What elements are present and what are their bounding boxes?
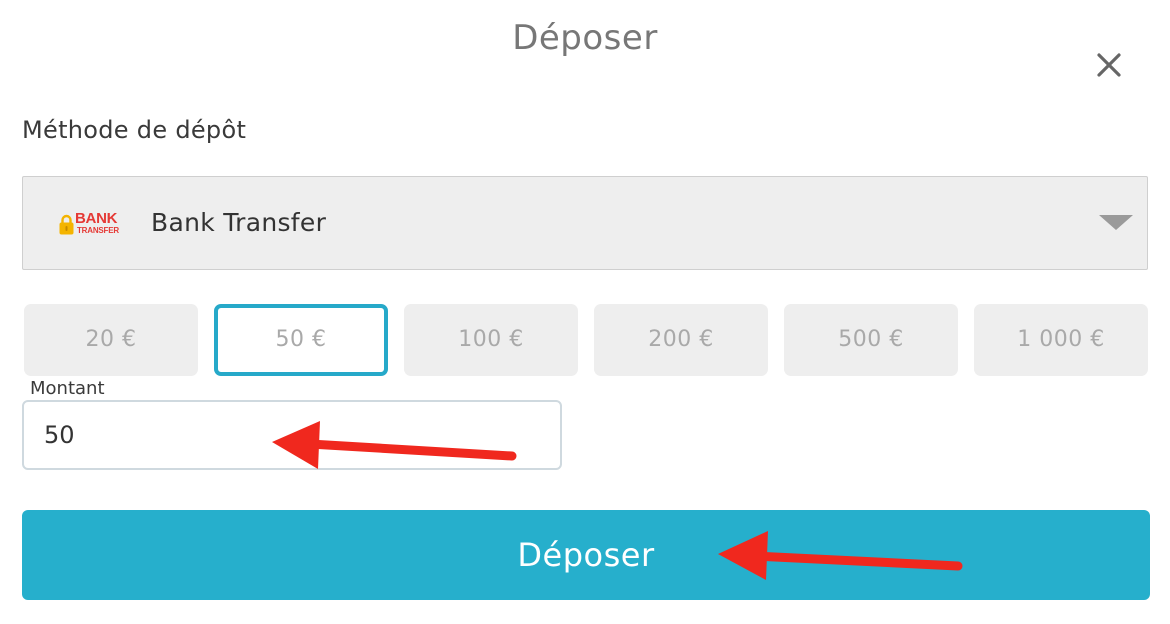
dialog-title: Déposer xyxy=(512,18,658,58)
deposit-dialog: Déposer Méthode de dépôt BANK TRANSFER B… xyxy=(0,0,1170,624)
triangle-down-icon xyxy=(1099,215,1133,230)
selected-method-value: Bank Transfer xyxy=(151,208,327,237)
amount-label: Montant xyxy=(30,378,105,399)
transfer-logo-text: TRANSFER xyxy=(77,226,119,235)
amount-preset-50[interactable]: 50 € xyxy=(214,304,388,376)
amount-preset-500[interactable]: 500 € xyxy=(784,304,958,376)
amount-preset-100[interactable]: 100 € xyxy=(404,304,578,376)
deposit-method-select[interactable]: BANK TRANSFER Bank Transfer xyxy=(22,176,1148,270)
bank-transfer-logo: BANK TRANSFER xyxy=(59,211,125,237)
padlock-icon xyxy=(59,214,74,235)
deposit-submit-button[interactable]: Déposer xyxy=(22,510,1150,600)
amount-preset-20[interactable]: 20 € xyxy=(24,304,198,376)
close-icon[interactable] xyxy=(1090,46,1130,86)
bank-logo-text: BANK xyxy=(75,210,118,227)
deposit-method-label: Méthode de dépôt xyxy=(22,116,247,144)
amount-preset-200[interactable]: 200 € xyxy=(594,304,768,376)
amount-preset-1000[interactable]: 1 000 € xyxy=(974,304,1148,376)
amount-input[interactable] xyxy=(22,400,562,470)
